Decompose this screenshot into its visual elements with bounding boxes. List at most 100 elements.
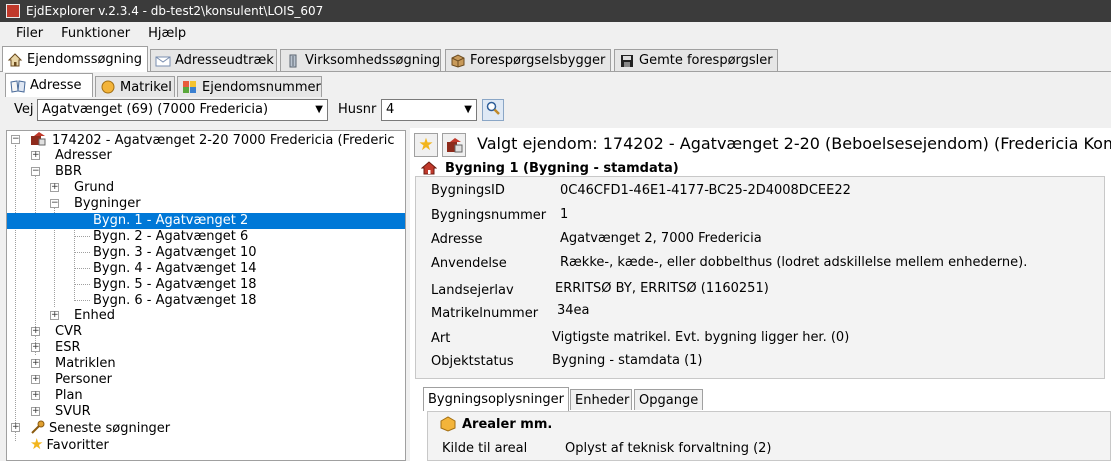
vej-label: Vej	[14, 102, 34, 117]
tab-label: Ejendomsnummer	[202, 79, 321, 95]
field-value: Agatvænget 2, 7000 Fredericia	[560, 231, 762, 246]
tab-ejendomsnummer[interactable]: Ejendomsnummer	[177, 76, 322, 97]
expand-toggle[interactable]: +	[31, 391, 40, 400]
tree-item-favoritter[interactable]: ★ Favoritter	[30, 435, 109, 453]
menu-bar: Filer Funktioner Hjælp	[0, 22, 1111, 44]
chevron-down-icon: ▼	[315, 104, 323, 115]
areal-group: Arealer mm. Kilde til areal Oplyst af te…	[427, 411, 1111, 461]
favorite-button[interactable]: ★	[414, 133, 438, 157]
tree-item-personer[interactable]: Personer	[55, 372, 112, 388]
search-icon	[486, 101, 500, 119]
tree-item-building[interactable]: Bygn. 2 - Agatvænget 6	[93, 229, 248, 245]
building-group-box	[415, 176, 1105, 379]
tab-label: Virksomhedssøgning	[305, 53, 441, 68]
field-value: 34ea	[557, 303, 590, 318]
building-icon	[285, 54, 301, 68]
tree-item-esr[interactable]: ESR	[55, 340, 81, 356]
tab-adresse[interactable]: Adresse	[5, 73, 93, 97]
floppy-icon	[619, 54, 635, 68]
expand-toggle[interactable]: +	[31, 407, 40, 416]
tab-label: Bygningsoplysninger	[428, 392, 564, 407]
menu-hjaelp[interactable]: Hjælp	[139, 26, 195, 41]
vej-value: Agatvænget (69) (7000 Fredericia)	[42, 102, 269, 117]
field-label: Matrikelnummer	[431, 306, 539, 321]
tree-item-building[interactable]: Bygn. 5 - Agatvænget 18	[93, 277, 257, 293]
expand-toggle[interactable]: +	[31, 375, 40, 384]
field-value: Række-, kæde-, eller dobbelthus (lodret …	[560, 255, 1028, 270]
field-label: Anvendelse	[431, 256, 507, 271]
star-icon: ★	[30, 435, 44, 453]
field-value: 0C46CFD1-46E1-4177-BC25-2D4008DCEE22	[560, 183, 851, 198]
tree-item-bygninger[interactable]: Bygninger	[74, 196, 141, 212]
house-icon	[7, 52, 23, 67]
tree-line	[15, 145, 16, 441]
key-icon	[31, 420, 45, 434]
tab-label: Ejendomssøgning	[27, 52, 143, 67]
detail-tab-strip: Bygningsoplysninger Enheder Opgange	[423, 387, 1111, 411]
menu-funktioner[interactable]: Funktioner	[52, 26, 139, 41]
tree-line	[74, 252, 90, 253]
main-tab-strip: Ejendomssøgning Adresseudtræk Virksomhed…	[0, 46, 1111, 72]
app-icon	[6, 4, 20, 18]
tab-matrikel[interactable]: Matrikel	[95, 76, 175, 97]
tree-item-adresser[interactable]: Adresser	[55, 148, 112, 164]
tree-line	[74, 268, 90, 269]
house-books-icon	[31, 132, 46, 146]
tree-item-building[interactable]: Bygn. 3 - Agatvænget 10	[93, 245, 257, 261]
tab-bygningsoplysninger[interactable]: Bygningsoplysninger	[423, 387, 569, 411]
menu-filer[interactable]: Filer	[0, 26, 52, 41]
property-tree[interactable]: − 174202 - Agatvænget 2-20 7000 Frederic…	[6, 130, 406, 461]
tab-enheder[interactable]: Enheder	[570, 389, 632, 410]
expand-toggle[interactable]: +	[31, 151, 40, 160]
tree-item-grund[interactable]: Grund	[74, 180, 114, 196]
vej-select[interactable]: Agatvænget (69) (7000 Fredericia) ▼	[37, 99, 328, 121]
tree-root[interactable]: 174202 - Agatvænget 2-20 7000 Fredericia…	[30, 132, 395, 148]
tab-virksomhedssogning[interactable]: Virksomhedssøgning	[280, 49, 441, 71]
tree-line	[74, 236, 90, 237]
collapse-toggle[interactable]: −	[31, 167, 40, 176]
expand-toggle[interactable]: +	[50, 311, 59, 320]
tree-item-building[interactable]: Bygn. 1 - Agatvænget 2	[7, 213, 405, 229]
puzzle-icon	[182, 80, 198, 94]
tab-adresseudtraek[interactable]: Adresseudtræk	[150, 49, 277, 71]
expand-toggle[interactable]: +	[50, 183, 59, 192]
field-label: Objektstatus	[431, 354, 514, 369]
search-button[interactable]	[482, 99, 504, 121]
tab-label: Adresse	[30, 78, 82, 93]
tree-item-label: Favoritter	[46, 438, 109, 453]
expand-toggle[interactable]: +	[31, 327, 40, 336]
tab-opgange[interactable]: Opgange	[634, 389, 703, 410]
building-group-title: Bygning 1 (Bygning - stamdata)	[445, 161, 679, 176]
tab-label: Adresseudtræk	[175, 53, 274, 68]
collapse-toggle[interactable]: −	[11, 135, 20, 144]
expand-toggle[interactable]: +	[31, 359, 40, 368]
field-value: Vigtigste matrikel. Evt. bygning ligger …	[552, 330, 850, 345]
tree-item-matriklen[interactable]: Matriklen	[55, 356, 116, 372]
tree-item-plan[interactable]: Plan	[55, 388, 83, 404]
tree-item-cvr[interactable]: CVR	[55, 324, 82, 340]
field-value: ERRITSØ BY, ERRITSØ (1160251)	[555, 281, 769, 296]
tab-foresporgselsbygger[interactable]: Forespørgselsbygger	[445, 49, 611, 71]
husnr-select[interactable]: 4 ▼	[381, 99, 477, 121]
field-value: Oplyst af teknisk forvaltning (2)	[565, 441, 772, 456]
tree-item-bbr[interactable]: BBR	[55, 164, 82, 180]
tree-item-enhed[interactable]: Enhed	[74, 308, 115, 324]
field-label: BygningsID	[431, 183, 505, 198]
tree-item-building[interactable]: Bygn. 6 - Agatvænget 18	[93, 293, 257, 309]
collapse-toggle[interactable]: −	[50, 199, 59, 208]
star-icon: ★	[418, 135, 434, 155]
tab-gemte-foresporgsler[interactable]: Gemte forespørgsler	[614, 49, 778, 71]
property-button[interactable]	[442, 133, 466, 157]
tab-ejendomssogning[interactable]: Ejendomssøgning	[2, 46, 148, 72]
tab-label: Matrikel	[120, 79, 172, 95]
search-bar: Vej Agatvænget (69) (7000 Fredericia) ▼ …	[0, 97, 1111, 127]
tree-item-building[interactable]: Bygn. 4 - Agatvænget 14	[93, 261, 257, 277]
expand-toggle[interactable]: +	[31, 343, 40, 352]
field-label: Landsejerlav	[431, 283, 514, 298]
tree-item-svur[interactable]: SVUR	[55, 404, 91, 420]
tab-label: Enheder	[575, 392, 630, 408]
detail-panel: ★ Valgt ejendom: 174202 - Agatvænget 2-2…	[410, 128, 1111, 461]
expand-toggle[interactable]: +	[11, 423, 20, 432]
field-value: Bygning - stamdata (1)	[552, 353, 703, 368]
tree-item-seneste[interactable]: Seneste søgninger	[30, 420, 170, 436]
